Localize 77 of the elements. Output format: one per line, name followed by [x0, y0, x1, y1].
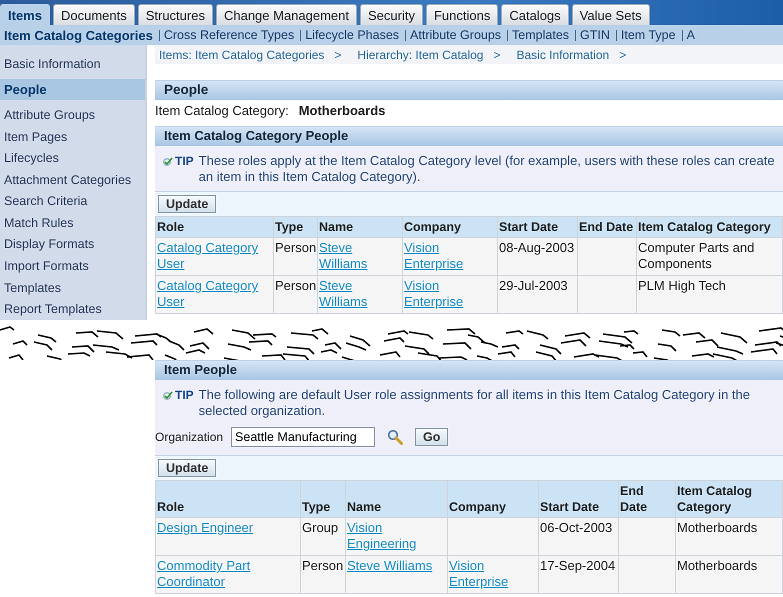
check-icon — [163, 391, 173, 400]
sidebar-item[interactable]: Display Formats — [0, 234, 145, 256]
breadcrumb-separator: > — [334, 48, 342, 62]
check-icon — [163, 157, 173, 166]
nav-tab[interactable]: Security — [360, 4, 423, 25]
column-header: Start Date — [498, 216, 578, 238]
subtab-link[interactable]: Cross Reference Types — [160, 28, 300, 42]
tip-label: TIP — [175, 388, 194, 402]
column-header: Name — [318, 216, 402, 238]
sidebar-item[interactable]: Templates — [0, 276, 145, 298]
nav-tab[interactable]: Functions — [426, 4, 498, 25]
table-cell: 06-Oct-2003 — [538, 518, 618, 556]
sidebar-item[interactable]: Report Templates — [0, 298, 145, 320]
sidebar-item[interactable]: Basic Information — [0, 53, 145, 75]
table-cell: Group — [300, 518, 346, 556]
column-header: Type — [274, 216, 318, 238]
nav-tab[interactable]: Catalogs — [501, 4, 569, 25]
table-cell: 08-Aug-2003 — [498, 238, 578, 276]
subtab-link[interactable]: Item Type — [616, 28, 682, 42]
breadcrumb-separator: > — [619, 48, 626, 62]
column-header: Type — [300, 480, 346, 518]
table-cell: Computer Parts and Components — [636, 238, 782, 276]
sidebar-item[interactable]: Attachment Categories — [0, 168, 145, 190]
nav-tab[interactable]: Value Sets — [572, 4, 650, 25]
column-header: Role — [156, 216, 274, 238]
field-label: Organization — [155, 430, 224, 444]
breadcrumb-separator: > — [493, 48, 500, 62]
page-header: People — [155, 80, 783, 100]
column-header: Item Catalog Category — [636, 216, 782, 238]
tip-label: TIP — [175, 154, 194, 168]
subtab-link[interactable]: Attribute Groups — [406, 28, 508, 42]
sidebar-item[interactable]: Search Criteria — [0, 190, 145, 212]
subtab-link[interactable]: A — [682, 28, 701, 42]
column-header: End Date — [578, 216, 636, 238]
section-header: Item Catalog Category People — [155, 126, 783, 146]
tip-text: These roles apply at the Item Catalog Category level (for example, users with these roles can create an item in this Item Catalog Category). — [198, 153, 776, 185]
table-cell: Motherboards — [676, 518, 782, 556]
tip-text: The following are default User role assignments for all items in this Item Catalog Category in the selected organization. — [198, 387, 751, 419]
table-cell: Motherboards — [676, 556, 782, 594]
table-cell: PLM High Tech — [636, 276, 782, 314]
table-cell: 29-Jul-2003 — [498, 276, 578, 314]
nav-tab[interactable]: Change Management — [216, 4, 357, 25]
column-header: End Date — [618, 480, 676, 518]
organization-field[interactable]: Seattle Manufacturing — [231, 427, 376, 447]
sidebar-item[interactable]: Attribute Groups — [0, 104, 145, 126]
update-button[interactable]: Update — [158, 195, 216, 213]
field-label: Item Catalog Category: — [155, 103, 289, 118]
column-header: Role — [156, 480, 300, 518]
column-header: Company — [448, 480, 538, 518]
table-cell: Person — [300, 556, 346, 594]
table-cell: 17-Sep-2004 — [538, 556, 618, 594]
nav-tab[interactable]: Documents — [52, 4, 135, 25]
subtab-link[interactable]: Templates — [508, 28, 576, 42]
subtab-link[interactable]: Item Catalog Categories — [0, 28, 159, 42]
sidebar-item[interactable]: Lifecycles — [0, 147, 145, 169]
column-header: Item Catalog Category — [676, 480, 782, 518]
field-value: Motherboards — [298, 103, 386, 118]
sidebar-item[interactable]: Item Pages — [0, 126, 145, 148]
subtab-link[interactable]: Lifecycle Phases — [301, 28, 406, 42]
go-button[interactable]: Go — [415, 428, 448, 446]
section-header: Item People — [155, 360, 783, 380]
nav-tab[interactable]: Structures — [138, 4, 213, 25]
update-button[interactable]: Update — [158, 459, 216, 477]
breadcrumb-link[interactable]: Basic Information — [516, 48, 610, 62]
column-header: Start Date — [538, 480, 618, 518]
sidebar-item[interactable]: Match Rules — [0, 212, 145, 234]
breadcrumb-link[interactable]: Items: Item Catalog Categories — [159, 48, 324, 62]
sidebar-item[interactable]: Import Formats — [0, 255, 145, 277]
column-header: Name — [346, 480, 448, 518]
nav-tab[interactable]: Items — [0, 4, 50, 25]
breadcrumb-link[interactable]: Hierarchy: Item Catalog — [357, 48, 484, 62]
sidebar-item[interactable]: People — [0, 78, 145, 100]
table-cell: Person — [274, 276, 318, 314]
table-cell: Person — [274, 238, 318, 276]
subtab-link[interactable]: GTIN — [576, 28, 616, 42]
search-icon[interactable] — [387, 429, 404, 445]
column-header: Company — [402, 216, 498, 238]
